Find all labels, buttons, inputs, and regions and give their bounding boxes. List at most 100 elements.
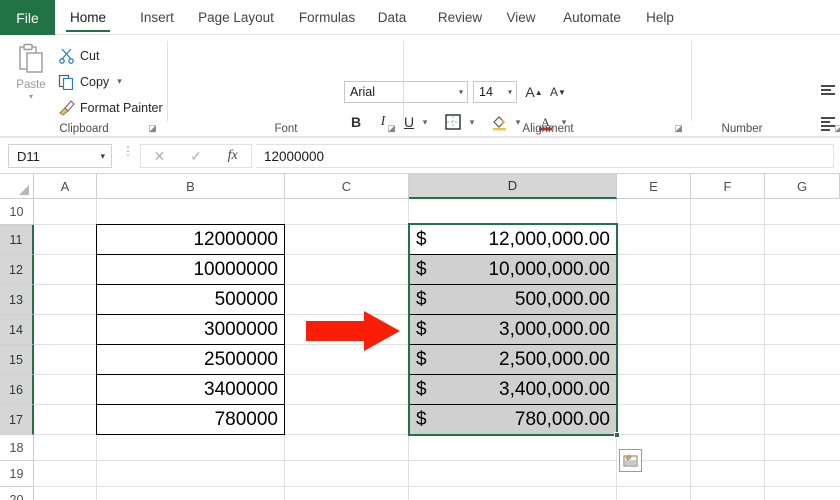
copy-button[interactable]: Copy ▾ bbox=[58, 71, 122, 92]
select-all-corner-button[interactable] bbox=[0, 174, 34, 199]
column-header-f[interactable]: F bbox=[691, 174, 765, 199]
cell-b12[interactable]: 10000000 bbox=[96, 254, 285, 285]
copy-icon bbox=[58, 73, 75, 91]
formula-bar-buttons: ✕ ✓ fx bbox=[140, 144, 252, 168]
row-header-18-label: 18 bbox=[9, 440, 24, 455]
cell-d12-value: 10,000,000.00 bbox=[488, 258, 610, 280]
cut-button[interactable]: Cut bbox=[58, 45, 99, 66]
tab-help[interactable]: Help bbox=[640, 0, 680, 35]
cell-d17[interactable]: $ 780,000.00 bbox=[409, 404, 617, 435]
tab-file-label: File bbox=[16, 9, 39, 26]
paste-button[interactable]: Paste ▾ bbox=[8, 40, 54, 116]
column-header-f-label: F bbox=[723, 178, 732, 194]
row-header-12[interactable]: 12 bbox=[0, 255, 34, 285]
column-header-b-label: B bbox=[186, 178, 195, 194]
tab-home[interactable]: Home bbox=[62, 0, 114, 35]
row-header-20-label: 20 bbox=[9, 492, 24, 500]
row-header-14[interactable]: 14 bbox=[0, 315, 34, 345]
tab-review[interactable]: Review bbox=[432, 0, 488, 35]
cell-b13-value: 500000 bbox=[214, 288, 278, 310]
cell-d13[interactable]: $ 500,000.00 bbox=[409, 284, 617, 315]
row-header-16[interactable]: 16 bbox=[0, 375, 34, 405]
column-header-c[interactable]: C bbox=[285, 174, 409, 199]
row-header-18[interactable]: 18 bbox=[0, 435, 34, 461]
cancel-entry-button[interactable]: ✕ bbox=[141, 148, 178, 165]
row-header-15-label: 15 bbox=[9, 352, 23, 367]
cell-b13[interactable]: 500000 bbox=[96, 284, 285, 315]
chevron-down-icon[interactable]: ▾ bbox=[117, 76, 122, 87]
column-header-g[interactable]: G bbox=[765, 174, 840, 199]
chevron-down-icon[interactable]: ▾ bbox=[100, 151, 105, 162]
fill-handle[interactable] bbox=[614, 432, 620, 438]
cell-d15[interactable]: $ 2,500,000.00 bbox=[409, 344, 617, 375]
insert-function-button[interactable]: fx bbox=[214, 148, 251, 164]
column-header-b[interactable]: B bbox=[97, 174, 285, 199]
column-header-e-label: E bbox=[649, 178, 658, 194]
row-header-10-label: 10 bbox=[9, 204, 24, 219]
cell-b17[interactable]: 780000 bbox=[96, 404, 285, 435]
tab-file[interactable]: File bbox=[0, 0, 55, 35]
tab-view[interactable]: View bbox=[500, 0, 542, 35]
row-header-17[interactable]: 17 bbox=[0, 405, 34, 435]
cell-b14[interactable]: 3000000 bbox=[96, 314, 285, 345]
clipboard-dialog-launcher-icon[interactable]: ◪ bbox=[147, 123, 158, 134]
cell-d13-value: 500,000.00 bbox=[514, 288, 610, 310]
tab-automate-label: Automate bbox=[563, 10, 621, 25]
confirm-entry-button[interactable]: ✓ bbox=[178, 148, 215, 165]
excel-window: File Home Insert Page Layout Formulas Da… bbox=[0, 0, 840, 500]
row-header-13[interactable]: 13 bbox=[0, 285, 34, 315]
tab-page-layout[interactable]: Page Layout bbox=[192, 0, 280, 35]
gridline bbox=[34, 486, 840, 487]
cell-b11[interactable]: 12000000 bbox=[96, 224, 285, 255]
row-header-19[interactable]: 19 bbox=[0, 461, 34, 487]
tab-data[interactable]: Data bbox=[370, 0, 414, 35]
cut-label: Cut bbox=[80, 48, 100, 63]
cell-d14-currency: $ bbox=[416, 318, 427, 340]
number-dialog-launcher-icon[interactable]: ◪ bbox=[833, 123, 840, 134]
column-header-d[interactable]: D bbox=[409, 174, 617, 199]
cell-d15-currency: $ bbox=[416, 348, 427, 370]
cell-b16[interactable]: 3400000 bbox=[96, 374, 285, 405]
format-painter-button[interactable]: Format Painter bbox=[58, 97, 163, 118]
cell-d12[interactable]: $ 10,000,000.00 bbox=[409, 254, 617, 285]
formula-input[interactable]: 12000000 bbox=[256, 144, 834, 168]
ribbon: Paste ▾ Cut Copy ▾ Format Painter Clipbo… bbox=[0, 35, 840, 138]
cell-d12-currency: $ bbox=[416, 258, 427, 280]
row-header-19-label: 19 bbox=[9, 466, 24, 481]
gridline bbox=[34, 460, 840, 461]
cell-d14[interactable]: $ 3,000,000.00 bbox=[409, 314, 617, 345]
formula-bar-handle[interactable]: ⋮ bbox=[122, 145, 134, 157]
tab-formulas[interactable]: Formulas bbox=[294, 0, 360, 35]
cell-d11[interactable]: $ 12,000,000.00 bbox=[409, 224, 617, 255]
cell-b15-value: 2500000 bbox=[204, 348, 278, 370]
format-painter-label: Format Painter bbox=[80, 100, 163, 115]
name-box[interactable]: D11 ▾ bbox=[8, 144, 112, 168]
row-header-15[interactable]: 15 bbox=[0, 345, 34, 375]
cell-d17-currency: $ bbox=[416, 408, 427, 430]
cell-b12-value: 10000000 bbox=[193, 258, 278, 280]
row-header-11[interactable]: 11 bbox=[0, 225, 34, 255]
cell-d14-value: 3,000,000.00 bbox=[499, 318, 610, 340]
name-box-value: D11 bbox=[17, 148, 40, 164]
font-dialog-launcher-icon[interactable]: ◪ bbox=[386, 123, 397, 134]
cell-d16[interactable]: $ 3,400,000.00 bbox=[409, 374, 617, 405]
cell-d17-value: 780,000.00 bbox=[514, 408, 610, 430]
row-header-12-label: 12 bbox=[9, 262, 23, 277]
cell-area[interactable]: 12000000 10000000 500000 3000000 2500000… bbox=[34, 199, 840, 500]
scissors-icon bbox=[58, 47, 75, 64]
tab-page-layout-label: Page Layout bbox=[198, 10, 274, 25]
column-header-a[interactable]: A bbox=[34, 174, 97, 199]
column-header-g-label: G bbox=[796, 178, 808, 194]
row-header-20[interactable]: 20 bbox=[0, 487, 34, 500]
annotation-arrow-icon bbox=[306, 311, 401, 356]
paste-icon bbox=[16, 43, 46, 77]
column-header-e[interactable]: E bbox=[617, 174, 691, 199]
cell-d11-value: 12,000,000.00 bbox=[488, 228, 610, 250]
cell-b15[interactable]: 2500000 bbox=[96, 344, 285, 375]
clipboard-group-label: Clipboard bbox=[59, 123, 109, 135]
tab-insert[interactable]: Insert bbox=[132, 0, 182, 35]
row-header-10[interactable]: 10 bbox=[0, 199, 34, 225]
tab-automate[interactable]: Automate bbox=[556, 0, 628, 35]
paste-options-button[interactable] bbox=[619, 449, 642, 472]
cell-b17-value: 780000 bbox=[214, 408, 278, 430]
